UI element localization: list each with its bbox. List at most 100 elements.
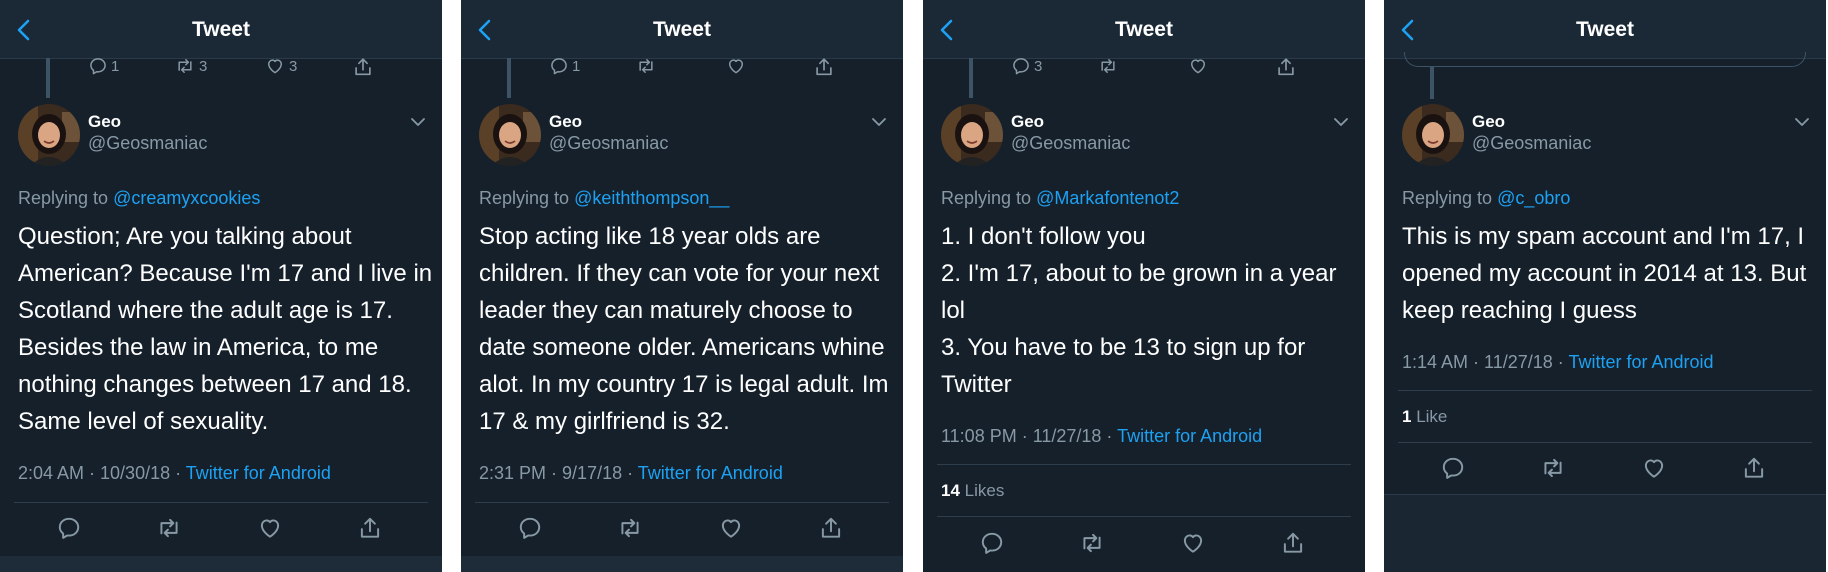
reply-button[interactable]: 1 <box>88 56 119 76</box>
avatar[interactable] <box>941 104 1003 166</box>
likes-count: 1 <box>1402 407 1412 426</box>
chevron-down-icon[interactable] <box>1794 117 1810 127</box>
retweet-icon[interactable] <box>155 515 183 541</box>
heart-icon <box>264 56 286 76</box>
retweet-icon[interactable] <box>1078 530 1106 556</box>
replying-prefix: Replying to <box>18 188 109 208</box>
mention-link[interactable]: @keiththompson__ <box>574 188 729 208</box>
page-title: Tweet <box>192 18 250 41</box>
previous-tweet-actions: 1 <box>461 56 903 80</box>
reply-button[interactable]: 3 <box>1011 56 1042 76</box>
source-link[interactable]: Twitter for Android <box>1117 426 1262 446</box>
share-icon <box>352 56 374 78</box>
retweet-icon[interactable] <box>1539 455 1567 481</box>
divider <box>475 502 889 503</box>
divider <box>937 516 1351 517</box>
tweet-actions <box>461 515 903 545</box>
replying-prefix: Replying to <box>1402 188 1493 208</box>
page-title: Tweet <box>653 18 711 41</box>
tweet-line: leader they can maturely choose to <box>479 297 853 324</box>
heart-icon[interactable] <box>718 515 744 541</box>
tweet-meta: 11:08 PM · 11/27/18 · Twitter for Androi… <box>941 426 1262 447</box>
author-handle[interactable]: @Geosmaniac <box>1011 133 1130 154</box>
header: Tweet <box>0 0 442 59</box>
heart-icon[interactable] <box>1641 455 1667 481</box>
retweet-button[interactable] <box>1097 56 1119 76</box>
author-handle[interactable]: @Geosmaniac <box>549 133 668 154</box>
reply-icon[interactable] <box>517 515 543 541</box>
source-link[interactable]: Twitter for Android <box>638 463 783 483</box>
avatar[interactable] <box>1402 104 1464 166</box>
author-name[interactable]: Geo <box>1472 112 1505 132</box>
reply-count: 3 <box>1034 57 1043 75</box>
bottom-bar <box>0 556 442 572</box>
tweet-line: Twitter <box>941 371 1012 398</box>
tweet-meta: 2:04 AM · 10/30/18 · Twitter for Android <box>18 463 331 484</box>
likes-summary[interactable]: 1 Like <box>1402 407 1447 427</box>
chevron-down-icon[interactable] <box>410 117 426 127</box>
share-button[interactable] <box>1275 56 1297 78</box>
share-icon[interactable] <box>1741 455 1767 481</box>
tweet-line: This is my spam account and I'm 17, I <box>1402 223 1805 250</box>
avatar[interactable] <box>479 104 541 166</box>
header: Tweet <box>923 0 1365 59</box>
share-icon[interactable] <box>818 515 844 541</box>
reply-icon[interactable] <box>1440 455 1466 481</box>
likes-count: 14 <box>941 481 960 500</box>
reply-count: 1 <box>572 57 581 75</box>
retweet-button[interactable]: 3 <box>174 56 207 76</box>
heart-icon[interactable] <box>257 515 283 541</box>
replying-to: Replying to @keiththompson__ <box>479 188 729 209</box>
author-name[interactable]: Geo <box>1011 112 1044 132</box>
share-icon[interactable] <box>357 515 383 541</box>
tweet-text: 1. I don't follow you 2. I'm 17, about t… <box>941 218 1351 403</box>
retweet-icon <box>635 56 657 76</box>
mention-link[interactable]: @creamyxcookies <box>113 188 260 208</box>
likes-summary[interactable]: 14 Likes <box>941 481 1004 501</box>
tweet-line: opened my account in 2014 at 13. But <box>1402 260 1807 287</box>
tweet-line: Scotland where the adult age is 17. <box>18 297 393 324</box>
previous-tweet-actions: 3 <box>923 56 1365 80</box>
share-icon[interactable] <box>1280 530 1306 556</box>
avatar[interactable] <box>18 104 80 166</box>
tweet-line: children. If they can vote for your next <box>479 260 880 287</box>
author-handle[interactable]: @Geosmaniac <box>1472 133 1591 154</box>
quoted-tweet-border <box>1404 52 1806 67</box>
reply-icon[interactable] <box>979 530 1005 556</box>
tweet-panel-4: Tweet Geo @Geosmaniac Replying to @c_obr… <box>1384 0 1826 572</box>
tweet-actions <box>923 530 1365 560</box>
author-handle[interactable]: @Geosmaniac <box>88 133 207 154</box>
divider <box>1398 390 1812 391</box>
retweet-icon <box>174 56 196 76</box>
like-button[interactable] <box>1187 56 1209 76</box>
tweet-line: 3. You have to be 13 to sign up for <box>941 334 1306 361</box>
reply-icon <box>549 56 569 76</box>
likes-label: Likes <box>964 481 1005 500</box>
source-link[interactable]: Twitter for Android <box>186 463 331 483</box>
author-name[interactable]: Geo <box>549 112 582 132</box>
divider <box>14 502 428 503</box>
heart-icon <box>1187 56 1209 76</box>
previous-tweet-actions: 1 3 3 <box>0 56 442 80</box>
retweet-icon[interactable] <box>616 515 644 541</box>
like-button[interactable] <box>725 56 747 76</box>
share-button[interactable] <box>352 56 374 78</box>
like-button[interactable]: 3 <box>264 56 297 76</box>
tweet-line: Besides the law in America, to me <box>18 334 379 361</box>
header: Tweet <box>461 0 903 59</box>
author-name[interactable]: Geo <box>88 112 121 132</box>
chevron-down-icon[interactable] <box>871 117 887 127</box>
page-title: Tweet <box>1576 18 1634 41</box>
source-link[interactable]: Twitter for Android <box>1568 352 1713 372</box>
retweet-button[interactable] <box>635 56 657 76</box>
share-button[interactable] <box>813 56 835 78</box>
mention-link[interactable]: @Markafontenot2 <box>1036 188 1179 208</box>
tweet-text: Question; Are you talking about American… <box>18 218 432 440</box>
chevron-down-icon[interactable] <box>1333 117 1349 127</box>
mention-link[interactable]: @c_obro <box>1497 188 1570 208</box>
tweet-panel-1: Tweet 1 3 3 Geo @Geosmaniac Replying to … <box>0 0 442 572</box>
reply-button[interactable]: 1 <box>549 56 580 76</box>
tweet-panel-3: Tweet 3 Geo @Geosmaniac Replying to @Mar… <box>923 0 1365 572</box>
heart-icon[interactable] <box>1180 530 1206 556</box>
reply-icon[interactable] <box>56 515 82 541</box>
